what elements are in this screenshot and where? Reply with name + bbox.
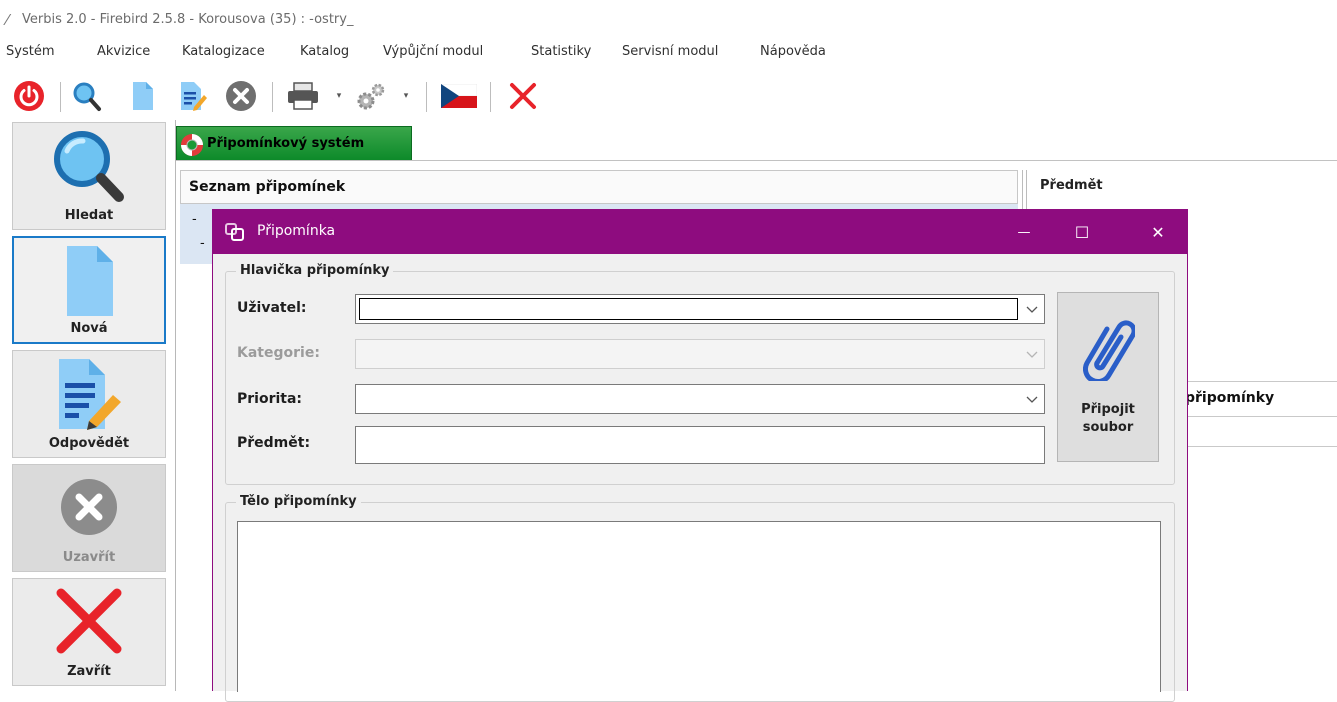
body-textarea[interactable] [238,522,1160,692]
list-item-marker: - [192,212,197,227]
menu-katalog[interactable]: Katalog [300,44,349,59]
menu-napoveda[interactable]: Nápověda [760,44,826,59]
maximize-icon: ☐ [1074,222,1090,242]
sidebar-item-label: Nová [70,321,108,336]
pripominka-dialog: Připomínka — ☐ ✕ Hlavička připomínky Uži… [212,209,1188,702]
header-group-title: Hlavička připomínky [236,263,394,278]
category-label: Kategorie: [237,345,320,361]
dialog-app-icon [225,223,244,241]
close-circle-icon [226,81,256,111]
toolbar-print-button[interactable] [284,74,322,118]
toolbar-language-button[interactable] [440,74,478,118]
sidebar-divider [175,120,176,691]
subject-input[interactable] [356,427,1044,463]
toolbar-separator [272,82,273,112]
tab-label: Připomínkový systém [207,136,365,151]
list-item-marker: - [200,236,205,251]
toolbar-separator [490,82,491,112]
power-icon [14,81,44,111]
paperclip-icon [1083,320,1135,381]
sidebar-item-label: Zavřít [67,664,111,679]
app-logo-icon: ⁄ [6,11,9,29]
app-title-bar: ⁄ Verbis 2.0 - Firebird 2.5.8 - Korousov… [0,0,1337,40]
user-label: Uživatel: [237,300,307,316]
menu-statistiky[interactable]: Statistiky [531,44,591,59]
toolbar-settings-button[interactable] [352,74,390,118]
toolbar-separator [426,82,427,112]
list-header-label: Seznam připomínek [189,179,346,195]
category-select[interactable] [355,339,1045,369]
tab-pripominkovy-system[interactable]: Připomínkový systém [176,126,412,160]
search-icon [73,82,101,111]
priority-label: Priorita: [237,391,303,407]
priority-select[interactable] [355,384,1045,414]
close-circle-icon [61,479,117,535]
toolbar-close-button[interactable] [504,74,542,118]
close-x-icon [510,83,536,109]
attach-file-button[interactable]: Připojit soubor [1057,292,1159,462]
list-header: Seznam připomínek [180,170,1018,204]
toolbar-power-button[interactable] [10,74,48,118]
body-header: připomínky [1185,381,1337,417]
subject-field[interactable] [355,426,1045,464]
sidebar-item-odpovedet[interactable]: Odpovědět [12,350,166,458]
window-title: Verbis 2.0 - Firebird 2.5.8 - Korousova … [22,12,354,27]
chevron-down-icon [1026,396,1038,403]
minimize-button[interactable]: — [1001,210,1047,254]
body-group-title: Tělo připomínky [236,494,361,509]
toolbar-separator [60,82,61,112]
close-icon: ✕ [1151,222,1165,242]
menu-akvizice[interactable]: Akvizice [97,44,150,59]
sidebar-item-nova[interactable]: Nová [12,236,166,344]
subject-column-header: Předmět [1040,178,1103,193]
menu-system[interactable]: Systém [6,44,54,59]
menu-vypujcni-modul[interactable]: Výpůjční modul [383,44,483,59]
subject-label: Předmět: [237,435,311,451]
dialog-title-bar[interactable]: Připomínka — ☐ ✕ [213,210,1187,254]
toolbar-close-circle-button[interactable] [222,74,260,118]
printer-icon [288,82,318,110]
chevron-down-icon [1026,306,1038,313]
sidebar-item-hledat[interactable]: Hledat [12,122,166,230]
toolbar-new-button[interactable] [124,74,162,118]
dialog-title: Připomínka [257,223,336,239]
toolbar-search-button[interactable] [68,74,106,118]
new-document-icon [67,246,113,316]
sidebar-item-label: Hledat [64,208,114,223]
settings-gears-icon [357,83,385,110]
attach-file-label: Připojit soubor [1081,402,1135,435]
body-text-area[interactable] [237,521,1161,692]
toolbar: ▾ ▾ [0,74,1337,118]
body-header-divider [1185,446,1337,447]
user-select[interactable] [355,294,1045,324]
search-icon [54,131,124,202]
sidebar-item-label: Odpovědět [48,436,130,451]
chevron-down-icon [1026,351,1038,358]
reply-document-icon [181,82,207,111]
settings-dropdown-chevron-icon[interactable]: ▾ [400,86,412,106]
sidebar-item-label: Uzavřít [62,550,116,565]
menu-servisni-modul[interactable]: Servisní modul [622,44,718,59]
sidebar-item-zavrit[interactable]: Zavřít [12,578,166,686]
sidebar: Hledat Nová Odpovědět Uzavřít Zavřít [10,120,170,691]
czech-flag-icon [441,84,477,108]
new-document-icon [133,82,153,110]
print-dropdown-chevron-icon[interactable]: ▾ [333,86,345,106]
close-x-icon [56,588,122,654]
menu-katalogizace[interactable]: Katalogizace [182,44,265,59]
dialog-close-button[interactable]: ✕ [1135,210,1181,254]
toolbar-reply-button[interactable] [174,74,212,118]
body-header-label: připomínky [1185,390,1275,406]
tab-divider [176,160,1337,161]
sidebar-item-uzavrit[interactable]: Uzavřít [12,464,166,572]
maximize-button[interactable]: ☐ [1059,210,1105,254]
minimize-icon: — [1017,224,1031,240]
reply-document-icon [59,359,121,430]
